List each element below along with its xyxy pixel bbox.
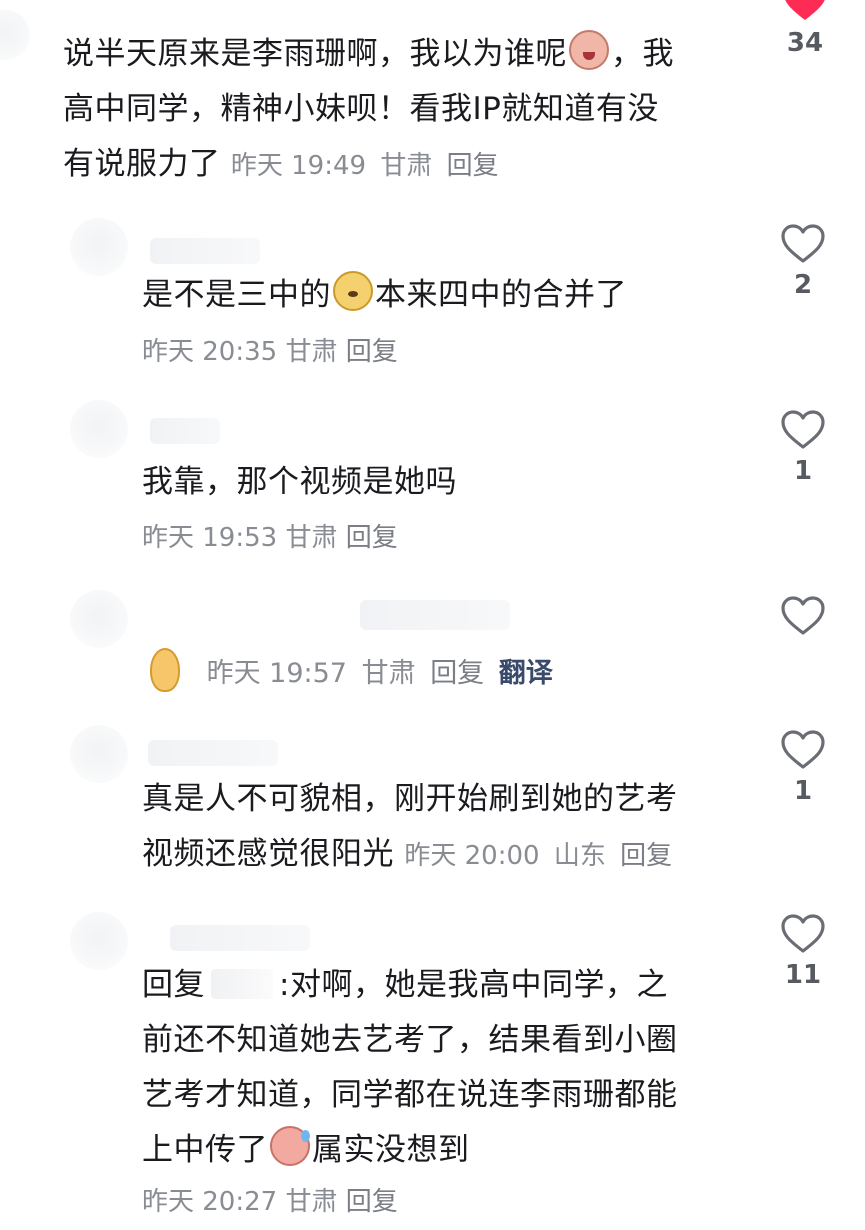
username-blurred xyxy=(148,740,278,766)
reply-prefix: 回复 xyxy=(142,967,205,1003)
comment-text: 说半天原来是李雨珊啊，我以为谁呢 ，我 高中同学，精神小妹呗！看我IP就知道有没 … xyxy=(63,27,743,194)
comment-time: 昨天 20:00 xyxy=(404,841,540,871)
heart-outline-icon xyxy=(781,596,825,635)
reply-button[interactable]: 回复 xyxy=(346,1187,398,1217)
avatar[interactable] xyxy=(70,400,128,458)
comment-meta: 昨天 19:49 甘肃 回复 xyxy=(231,151,505,181)
heart-filled-icon xyxy=(785,0,825,20)
avatar[interactable] xyxy=(70,725,128,783)
like-count: 34 xyxy=(786,28,824,58)
avatar[interactable] xyxy=(0,10,30,60)
comment-time: 昨天 19:57 xyxy=(206,658,347,689)
username-blurred xyxy=(150,238,260,264)
comment-text: 回复:对啊，她是我高中同学，之 前还不知道她去艺考了，结果看到小圈 艺考才知道，… xyxy=(142,967,678,1168)
comment-meta: 昨天 20:35 甘肃 回复 xyxy=(142,332,398,372)
reply-button[interactable]: 回复 xyxy=(430,658,484,689)
avatar[interactable] xyxy=(70,218,128,276)
comment-meta: 昨天 19:53 甘肃 回复 xyxy=(142,518,398,558)
like-count: 11 xyxy=(784,960,822,990)
avatar[interactable] xyxy=(70,590,128,648)
comment-meta: 昨天 20:00 山东 回复 xyxy=(404,841,678,871)
dog-face-emoji-icon xyxy=(333,271,373,311)
like-button[interactable]: 34 xyxy=(765,0,845,58)
comment-location: 甘肃 xyxy=(285,523,338,553)
comment-list: 说半天原来是李雨珊啊，我以为谁呢 ，我 高中同学，精神小妹呗！看我IP就知道有没 … xyxy=(0,0,865,1230)
sweating-face-emoji-icon xyxy=(270,1126,310,1166)
reply-button[interactable]: 回复 xyxy=(447,151,499,181)
like-button[interactable]: 1 xyxy=(763,410,843,486)
comment-text: 我靠，那个视频是她吗 xyxy=(142,464,457,500)
comment-time: 昨天 20:35 xyxy=(142,337,278,367)
comment-location: 甘肃 xyxy=(285,337,338,367)
comment-time: 昨天 20:27 xyxy=(142,1187,278,1217)
comment-location: 甘肃 xyxy=(380,151,433,181)
like-count: 1 xyxy=(793,456,813,486)
comment-text: 是不是三中的 本来四中的合并了 xyxy=(142,268,742,323)
comment-time: 昨天 19:49 xyxy=(230,151,367,181)
comment-time: 昨天 19:53 xyxy=(142,523,278,553)
username-blurred xyxy=(360,600,510,630)
heart-outline-icon xyxy=(781,410,825,449)
comment-location: 甘肃 xyxy=(285,1187,338,1217)
heart-outline-icon xyxy=(781,730,825,769)
ear-emoji-icon xyxy=(150,648,180,692)
heart-outline-icon xyxy=(781,224,825,263)
heart-outline-icon xyxy=(781,914,825,953)
comment-location: 甘肃 xyxy=(361,658,416,689)
like-button[interactable]: 1 xyxy=(763,730,843,806)
like-count: 2 xyxy=(793,270,813,300)
comment-location: 山东 xyxy=(553,841,606,871)
comment-meta: 昨天 19:57 甘肃 回复 翻译 xyxy=(148,648,553,694)
reply-button[interactable]: 回复 xyxy=(346,523,398,553)
like-button[interactable]: 11 xyxy=(763,914,843,990)
like-button[interactable]: 2 xyxy=(763,224,843,300)
comment-text: 真是人不可貌相，刚开始刷到她的艺考 视频还感觉很阳光 昨天 20:00 山东 回… xyxy=(142,781,678,872)
crying-face-emoji-icon xyxy=(569,30,609,70)
comment-meta: 昨天 20:27 甘肃 回复 xyxy=(142,1182,398,1222)
reply-button[interactable]: 回复 xyxy=(346,337,398,367)
like-count: 1 xyxy=(793,776,813,806)
username-blurred xyxy=(150,418,220,444)
avatar[interactable] xyxy=(70,912,128,970)
username-blurred xyxy=(170,925,310,951)
like-button[interactable] xyxy=(763,596,843,636)
translate-button[interactable]: 翻译 xyxy=(499,658,553,689)
reply-button[interactable]: 回复 xyxy=(620,841,672,871)
mentioned-user-blurred[interactable] xyxy=(211,969,273,999)
